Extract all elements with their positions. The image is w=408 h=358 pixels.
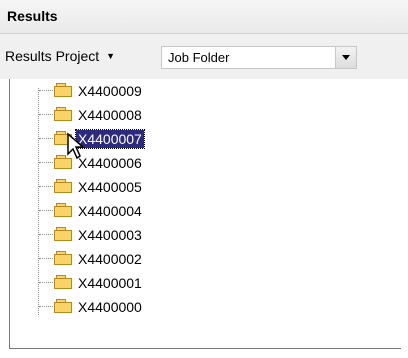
tree-item[interactable]: X4400002	[10, 247, 260, 271]
tree-item[interactable]: X4400005	[10, 175, 260, 199]
tree-item-label: X4400001	[78, 275, 142, 291]
folder-icon	[54, 107, 72, 121]
tree-item-label: X4400009	[78, 83, 142, 99]
tree-item-label: X4400005	[78, 179, 142, 195]
tree-branch-line	[39, 114, 53, 115]
folder-icon	[54, 251, 72, 265]
tree-branch-line	[39, 282, 53, 283]
panel-title: Results	[7, 8, 58, 24]
tree-item-label: X4400007	[75, 129, 145, 149]
folder-icon	[54, 275, 72, 289]
folder-icon	[54, 83, 72, 97]
folder-icon	[54, 227, 72, 241]
tree-branch-line	[39, 258, 53, 259]
results-project-dropdown[interactable]: Results Project ▼	[5, 46, 115, 66]
results-toolbar: Results Project ▼ Job Folder	[0, 34, 408, 79]
tree-item-label: X4400000	[78, 299, 142, 315]
tree-item[interactable]: X4400003	[10, 223, 260, 247]
tree-item[interactable]: X4400001	[10, 271, 260, 295]
folder-icon	[54, 299, 72, 313]
job-folder-select[interactable]: Job Folder	[161, 46, 357, 69]
results-panel: Results Results Project ▼ Job Folder X44…	[0, 0, 408, 358]
job-folder-value: Job Folder	[168, 50, 230, 65]
tree-item[interactable]: X4400006	[10, 151, 260, 175]
tree-branch-line	[39, 138, 53, 139]
results-tree[interactable]: X4400009 X4400008 X4400007 X4400006 X440…	[9, 79, 401, 349]
tree-branch-line	[39, 162, 53, 163]
folder-icon	[54, 131, 72, 145]
tree-branch-line	[39, 234, 53, 235]
tree-branch-line	[39, 186, 53, 187]
folder-icon	[54, 203, 72, 217]
tree-item-label: X4400002	[78, 251, 142, 267]
tree-branch-line	[39, 90, 53, 91]
dropdown-button[interactable]	[335, 47, 356, 68]
tree-item[interactable]: X4400004	[10, 199, 260, 223]
tree-item-selected[interactable]: X4400007	[10, 127, 260, 151]
folder-icon	[54, 155, 72, 169]
panel-header: Results	[0, 0, 408, 34]
tree-item-label: X4400004	[78, 203, 142, 219]
tree-item[interactable]: X4400000	[10, 295, 260, 319]
tree-item[interactable]: X4400009	[10, 79, 260, 103]
tree-item-label: X4400003	[78, 227, 142, 243]
folder-icon	[54, 179, 72, 193]
tree-item-label: X4400006	[78, 155, 142, 171]
chevron-down-icon: ▼	[106, 51, 116, 61]
tree-branch-line	[39, 210, 53, 211]
tree-branch-line	[39, 306, 53, 307]
tree-item[interactable]: X4400008	[10, 103, 260, 127]
tree-item-label: X4400008	[78, 107, 142, 123]
results-project-label: Results Project	[5, 48, 100, 64]
